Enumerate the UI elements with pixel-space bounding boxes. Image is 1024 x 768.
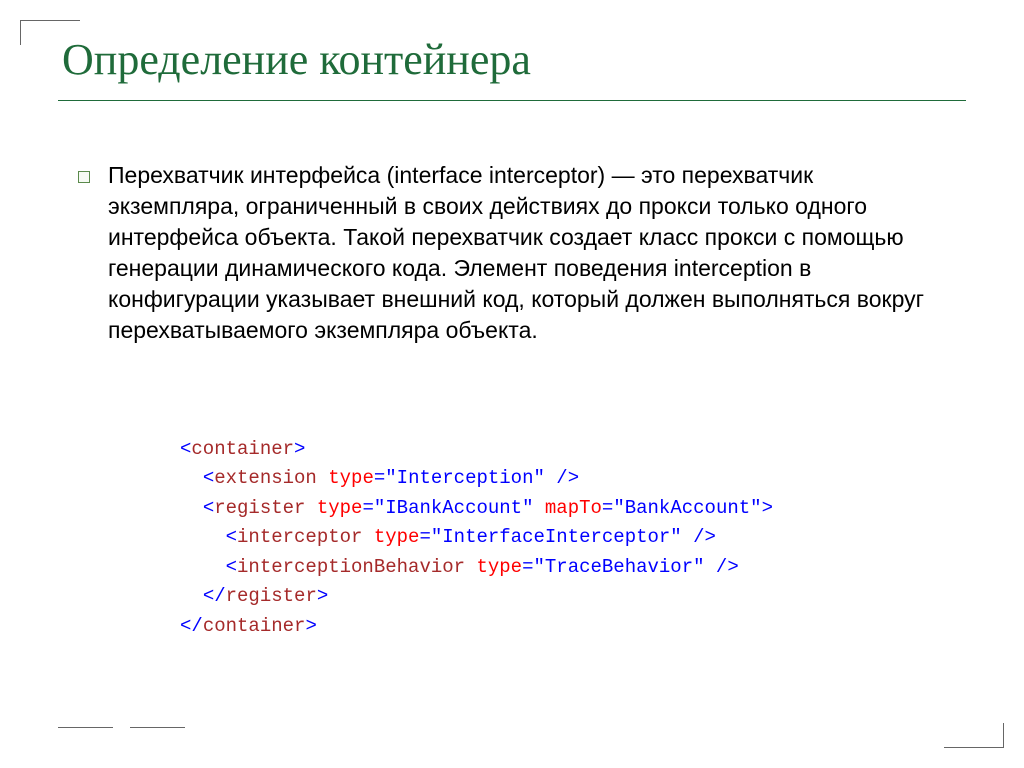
slide: Определение контейнера Перехватчик интер… — [0, 0, 1024, 768]
title-underline — [58, 100, 966, 101]
footer-tick-right — [130, 727, 185, 728]
code-line-3: <register type="IBankAccount" mapTo="Ban… — [180, 497, 773, 519]
code-line-2: <extension type="Interception" /> — [180, 467, 579, 489]
code-line-4: <interceptor type="InterfaceInterceptor"… — [180, 526, 716, 548]
code-line-5: <interceptionBehavior type="TraceBehavio… — [180, 556, 739, 578]
code-line-7: </container> — [180, 615, 317, 637]
bullet-item: Перехватчик интерфейса (interface interc… — [78, 160, 924, 346]
corner-decoration-bottom-right — [944, 723, 1004, 748]
body-text: Перехватчик интерфейса (interface interc… — [78, 160, 924, 346]
xml-code-block: <container> <extension type="Interceptio… — [180, 435, 773, 641]
bullet-text: Перехватчик интерфейса (interface interc… — [108, 160, 924, 346]
slide-title: Определение контейнера — [62, 34, 531, 85]
code-line-1: <container> — [180, 438, 305, 460]
code-line-6: </register> — [180, 585, 328, 607]
footer-tick-left — [58, 727, 113, 728]
square-bullet-icon — [78, 171, 90, 183]
